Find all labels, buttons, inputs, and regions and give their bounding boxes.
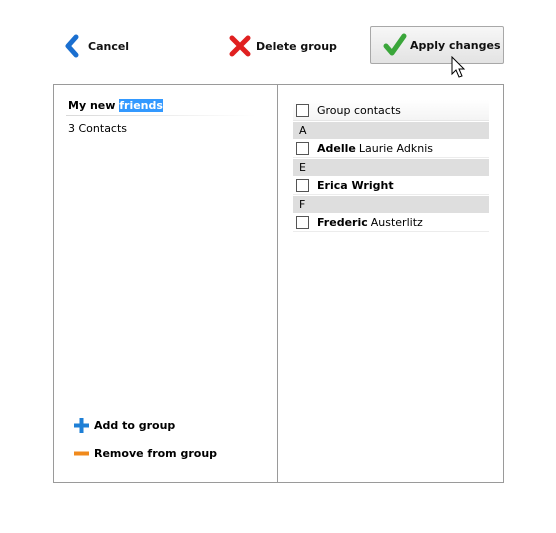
group-details-panel: My new friends 3 Contacts Add to group R… <box>53 84 279 483</box>
delete-group-label: Delete group <box>256 39 337 53</box>
group-name-divider <box>66 115 256 116</box>
plus-icon <box>73 417 90 434</box>
section-header-e: E <box>293 159 489 176</box>
delete-x-icon <box>228 34 252 58</box>
select-all-checkbox[interactable] <box>296 103 309 117</box>
contact-row[interactable]: Adelle Laurie Adknis <box>293 139 489 158</box>
checkmark-icon <box>383 33 407 57</box>
cancel-button[interactable]: Cancel <box>64 34 129 58</box>
contact-first-name: Erica Wright <box>317 178 394 192</box>
contact-row[interactable]: Frederic Austerlitz <box>293 213 489 232</box>
contact-first-name: Adelle <box>317 141 356 155</box>
back-arrow-icon <box>64 34 80 58</box>
contact-first-name: Frederic <box>317 215 368 229</box>
group-name-field[interactable]: My new friends <box>68 99 163 112</box>
remove-from-group-label: Remove from group <box>94 447 218 460</box>
contact-rest-name: Laurie Adknis <box>358 141 433 155</box>
apply-changes-label: Apply changes <box>410 38 501 52</box>
contacts-count: 3 Contacts <box>68 122 128 135</box>
group-name-selected-text: friends <box>119 99 163 112</box>
contact-checkbox[interactable] <box>296 178 309 192</box>
remove-from-group-button[interactable]: Remove from group <box>73 445 217 462</box>
contact-checkbox[interactable] <box>296 141 309 155</box>
apply-changes-button[interactable]: Apply changes <box>370 26 504 64</box>
group-name-text: My new <box>68 99 120 112</box>
delete-group-button[interactable]: Delete group <box>228 33 337 59</box>
add-to-group-label: Add to group <box>94 419 176 432</box>
section-header-a: A <box>293 122 489 139</box>
section-header-f: F <box>293 196 489 213</box>
contact-rest-name: Austerlitz <box>370 215 423 229</box>
group-contacts-label: Group contacts <box>317 103 401 117</box>
mouse-cursor-icon <box>451 56 466 78</box>
add-to-group-button[interactable]: Add to group <box>73 417 175 434</box>
contacts-list: Group contacts A Adelle Laurie Adknis E … <box>293 100 489 232</box>
group-contacts-panel: Group contacts A Adelle Laurie Adknis E … <box>277 84 504 483</box>
contact-checkbox[interactable] <box>296 215 309 229</box>
cancel-label: Cancel <box>88 39 130 53</box>
minus-icon <box>73 445 90 462</box>
group-contacts-header: Group contacts <box>293 100 489 121</box>
contact-row[interactable]: Erica Wright <box>293 176 489 195</box>
